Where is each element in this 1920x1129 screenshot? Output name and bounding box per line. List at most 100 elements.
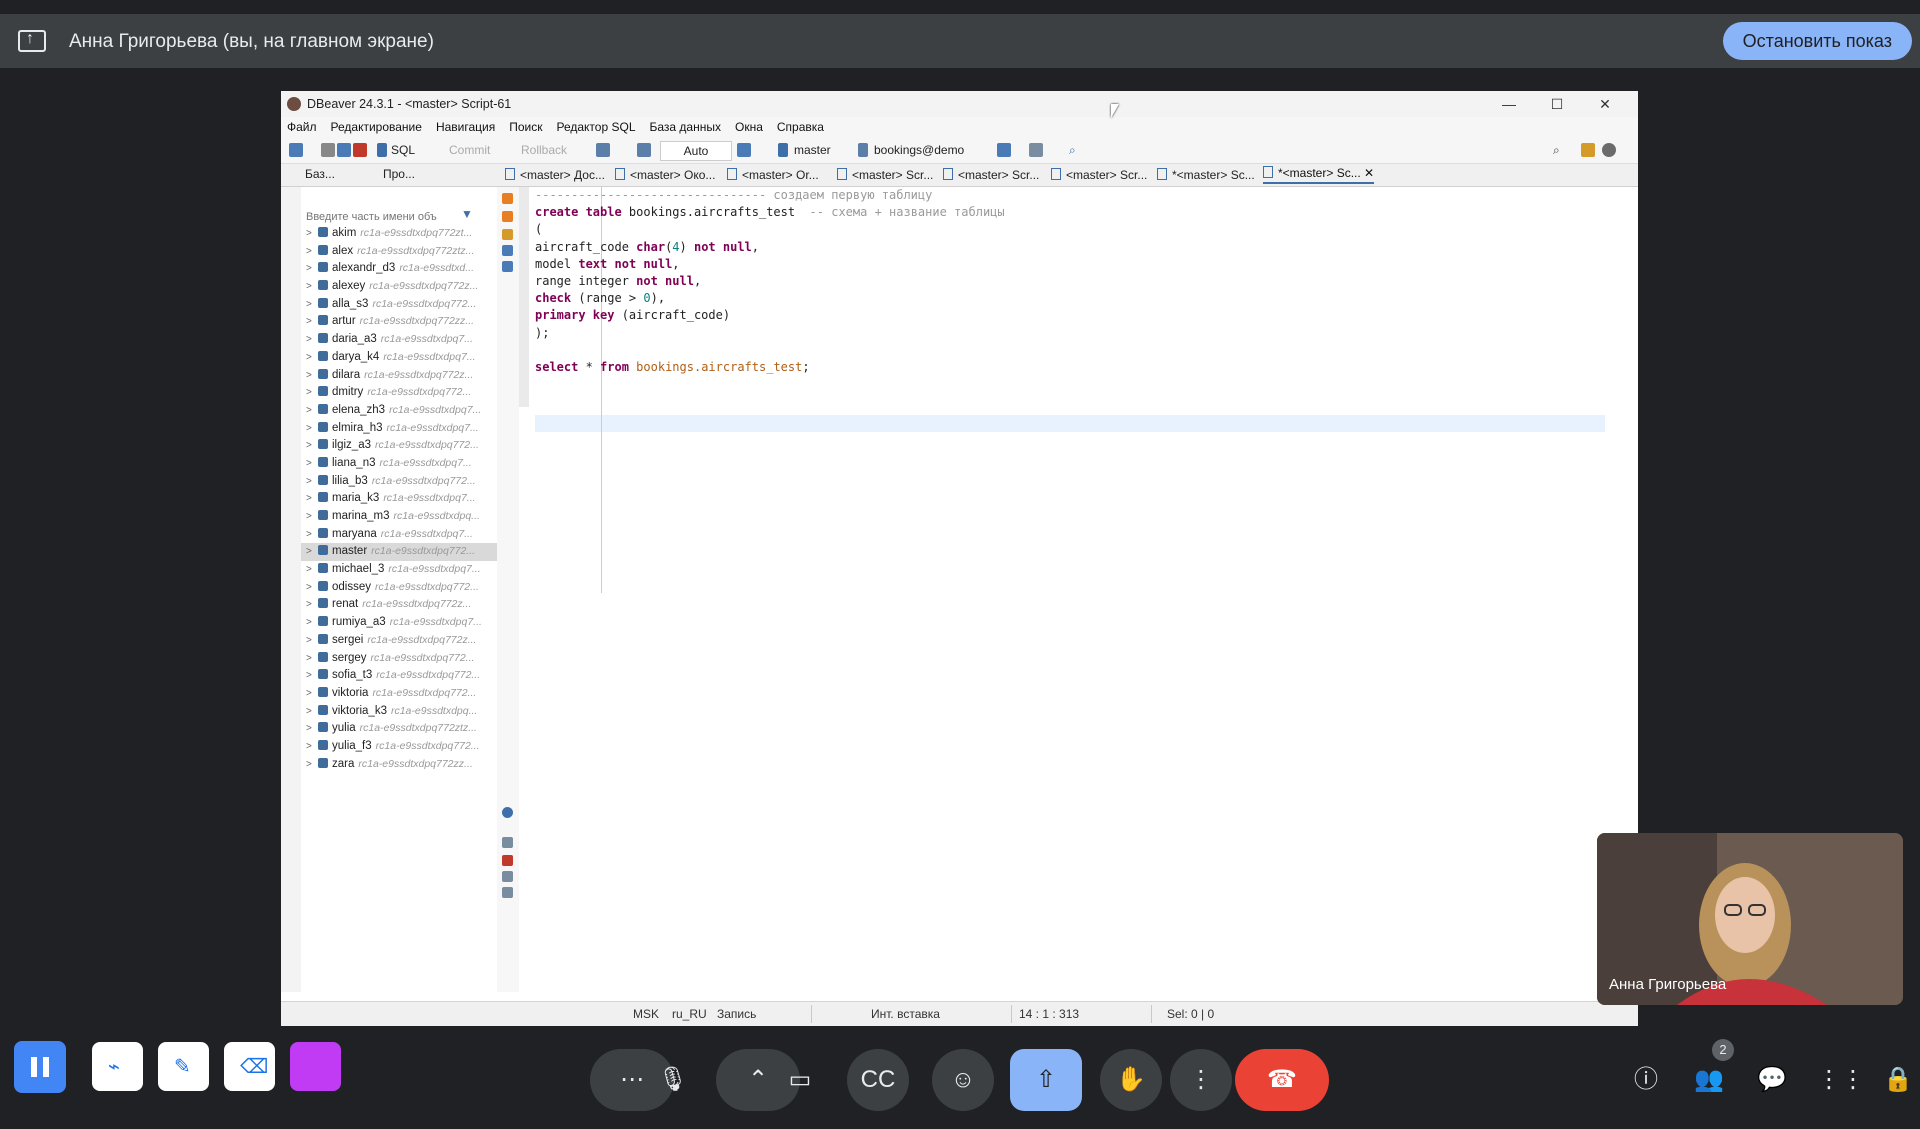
tree-row-connection[interactable]: > elmira_h3 rc1a-e9ssdtxdpq7...	[301, 420, 497, 438]
datasource-select[interactable]: master	[794, 141, 831, 159]
chevron-right-icon[interactable]: >	[306, 384, 316, 402]
sql-editor[interactable]: -------------------------------- создаем…	[519, 187, 1638, 992]
chevron-right-icon[interactable]: >	[306, 756, 316, 774]
menu-navigate[interactable]: Навигация	[436, 117, 495, 137]
tree-row-connection[interactable]: > alexey rc1a-e9ssdtxdpq772z...	[301, 278, 497, 296]
tree-row-connection[interactable]: > sergey rc1a-e9ssdtxdpq772...	[301, 650, 497, 668]
chevron-right-icon[interactable]: >	[306, 260, 316, 278]
panels-icon[interactable]	[502, 887, 513, 898]
account-icon[interactable]	[1602, 143, 1616, 157]
auto-commit-select[interactable]: Auto	[660, 141, 732, 161]
minimize-button[interactable]: —	[1486, 93, 1532, 115]
tasks-icon[interactable]	[997, 143, 1011, 157]
tree-row-connection[interactable]: > sofia_t3 rc1a-e9ssdtxdpq772...	[301, 667, 497, 685]
people-button[interactable]: 👥	[1691, 1062, 1727, 1098]
raise-hand-button[interactable]: ✋	[1100, 1049, 1162, 1111]
tree-row-connection[interactable]: > dilara rc1a-e9ssdtxdpq772z...	[301, 367, 497, 385]
schema-select[interactable]: bookings@demo	[874, 141, 964, 159]
chevron-right-icon[interactable]: >	[306, 278, 316, 296]
chevron-right-icon[interactable]: >	[306, 437, 316, 455]
chat-button[interactable]: 💬	[1754, 1062, 1790, 1098]
maximize-button[interactable]: ☐	[1534, 93, 1580, 115]
execute-script-icon[interactable]	[502, 211, 513, 222]
pen-button[interactable]: ✎	[158, 1042, 209, 1091]
export-icon[interactable]	[502, 837, 513, 848]
tree-row-connection[interactable]: > liana_n3 rc1a-e9ssdtxdpq7...	[301, 455, 497, 473]
eraser-button[interactable]: ⌫	[224, 1042, 275, 1091]
lock-icon[interactable]	[637, 143, 651, 157]
new-connection-icon[interactable]	[289, 143, 303, 157]
menu-database[interactable]: База данных	[650, 117, 721, 137]
tree-row-connection[interactable]: > maryana rc1a-e9ssdtxdpq7...	[301, 526, 497, 544]
chevron-right-icon[interactable]: >	[306, 614, 316, 632]
search-icon[interactable]: ⌕	[1069, 141, 1076, 159]
connect-icon[interactable]	[321, 143, 335, 157]
microphone-button[interactable]: 🎙	[642, 1049, 704, 1111]
tree-row-connection[interactable]: > darya_k4 rc1a-e9ssdtxdpq7...	[301, 349, 497, 367]
tree-row-connection[interactable]: > zara rc1a-e9ssdtxdpq772zz...	[301, 756, 497, 774]
present-button[interactable]: ⇧	[1010, 1049, 1082, 1111]
tree-row-connection[interactable]: > akim rc1a-e9ssdtxdpq772zt...	[301, 225, 497, 243]
chevron-right-icon[interactable]: >	[306, 561, 316, 579]
chevron-right-icon[interactable]: >	[306, 703, 316, 721]
tab-editor-2[interactable]: <master> Око...	[615, 168, 715, 182]
chevron-right-icon[interactable]: >	[306, 243, 316, 261]
chevron-right-icon[interactable]: >	[306, 225, 316, 243]
chevron-right-icon[interactable]: >	[306, 650, 316, 668]
menu-search[interactable]: Поиск	[509, 117, 542, 137]
chevron-right-icon[interactable]: >	[306, 543, 316, 561]
chevron-right-icon[interactable]: >	[306, 402, 316, 420]
close-button[interactable]: ✕	[1582, 93, 1628, 115]
chevron-right-icon[interactable]: >	[306, 473, 316, 491]
laser-pointer-button[interactable]: ⌁	[92, 1042, 143, 1091]
perspective-icon[interactable]	[1581, 143, 1595, 157]
chevron-right-icon[interactable]: >	[306, 349, 316, 367]
rollback-button[interactable]: Rollback	[521, 141, 567, 159]
terminal-icon[interactable]	[502, 261, 513, 272]
execute-statement-icon[interactable]	[502, 193, 513, 204]
problems-icon[interactable]	[502, 855, 513, 866]
filter-icon[interactable]: ▼	[461, 207, 473, 221]
menu-window[interactable]: Окна	[735, 117, 763, 137]
menu-sql-editor[interactable]: Редактор SQL	[556, 117, 635, 137]
invalidate-icon[interactable]	[353, 143, 367, 157]
transaction-mode-icon[interactable]	[596, 143, 610, 157]
tree-row-connection[interactable]: > alla_s3 rc1a-e9ssdtxdpq772...	[301, 296, 497, 314]
tree-row-connection[interactable]: > daria_a3 rc1a-e9ssdtxdpq7...	[301, 331, 497, 349]
chevron-right-icon[interactable]: >	[306, 738, 316, 756]
host-controls-button[interactable]: 🔒	[1880, 1062, 1916, 1098]
tab-editor-7[interactable]: *<master> Sc...	[1157, 168, 1255, 182]
chevron-right-icon[interactable]: >	[306, 296, 316, 314]
tree-row-connection[interactable]: > yulia rc1a-e9ssdtxdpq772ztz...	[301, 720, 497, 738]
chevron-right-icon[interactable]: >	[306, 579, 316, 597]
tree-row-connection[interactable]: > sergei rc1a-e9ssdtxdpq772z...	[301, 632, 497, 650]
load-plan-icon[interactable]	[502, 245, 513, 256]
tab-editor-active[interactable]: *<master> Sc... ✕	[1263, 166, 1375, 184]
tree-row-connection[interactable]: > artur rc1a-e9ssdtxdpq772zz...	[301, 313, 497, 331]
disconnect-icon[interactable]	[337, 143, 351, 157]
reactions-button[interactable]: ☺	[932, 1049, 994, 1111]
tree-row-connection[interactable]: > viktoria_k3 rc1a-e9ssdtxdpq...	[301, 703, 497, 721]
tab-projects[interactable]: Про...	[383, 167, 415, 181]
chevron-right-icon[interactable]: >	[306, 420, 316, 438]
global-search-icon[interactable]: ⌕	[1553, 141, 1560, 159]
more-actions-button[interactable]: ⋮	[1170, 1049, 1232, 1111]
chevron-right-icon[interactable]: >	[306, 596, 316, 614]
chevron-right-icon[interactable]: >	[306, 455, 316, 473]
close-tab-icon[interactable]: ✕	[1364, 166, 1374, 180]
tab-editor-6[interactable]: <master> Scr...	[1051, 168, 1147, 182]
tab-editor-5[interactable]: <master> Scr...	[943, 168, 1039, 182]
commit-button[interactable]: Commit	[449, 141, 490, 159]
participant-video-tile[interactable]: Анна Григорьева	[1597, 833, 1903, 1005]
activities-button[interactable]: ⋮⋮	[1817, 1062, 1865, 1098]
tab-database-navigator[interactable]: Баз...	[305, 167, 335, 181]
navigator-filter-input[interactable]	[304, 209, 458, 225]
leave-call-button[interactable]: ☎	[1235, 1049, 1329, 1111]
explain-plan-icon[interactable]	[502, 229, 513, 240]
tree-row-connection[interactable]: > rumiya_a3 rc1a-e9ssdtxdpq7...	[301, 614, 497, 632]
tab-editor-1[interactable]: <master> Дос...	[505, 168, 605, 182]
tree-row-connection[interactable]: > odissey rc1a-e9ssdtxdpq772...	[301, 579, 497, 597]
tree-row-connection[interactable]: > michael_3 rc1a-e9ssdtxdpq7...	[301, 561, 497, 579]
tree-row-connection[interactable]: > lilia_b3 rc1a-e9ssdtxdpq772...	[301, 473, 497, 491]
chevron-right-icon[interactable]: >	[306, 367, 316, 385]
